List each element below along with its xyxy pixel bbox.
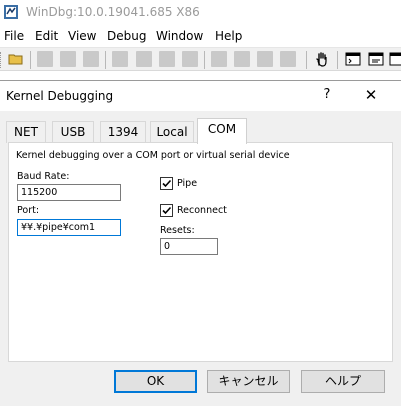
baud-rate-field[interactable]: 115200: [17, 184, 121, 201]
toolbar-grip[interactable]: [0, 52, 3, 68]
baud-rate-label: Baud Rate:: [17, 171, 70, 182]
source-mode-icon: [112, 51, 128, 67]
app-title: WinDbg:10.0.19041.685 X86: [26, 5, 200, 19]
port-label: Port:: [17, 205, 40, 216]
port-field[interactable]: ¥¥.¥pipe¥com1: [17, 219, 121, 236]
reconnect-label: Reconnect: [177, 205, 227, 216]
tab-net[interactable]: NET: [6, 121, 46, 143]
menu-view[interactable]: View: [68, 29, 96, 43]
toolbar: [0, 47, 401, 71]
toolbar-disabled-icon: [280, 51, 296, 67]
ok-button[interactable]: OK: [114, 370, 197, 393]
dialog-titlebar: Kernel Debugging ? ✕: [0, 81, 401, 111]
tab-local[interactable]: Local: [150, 121, 194, 143]
tab-1394[interactable]: 1394: [100, 121, 146, 143]
tab-com[interactable]: COM: [197, 118, 247, 144]
locals-icon[interactable]: [389, 51, 401, 67]
resets-field[interactable]: 0: [160, 238, 218, 255]
step-over-icon: [182, 51, 198, 67]
kernel-debugging-dialog: Kernel Debugging ? ✕ NET USB 1394 Local …: [0, 80, 401, 406]
hand-icon[interactable]: [314, 51, 330, 67]
help-button[interactable]: ?: [318, 87, 336, 105]
step-into-icon: [159, 51, 175, 67]
com-description: Kernel debugging over a COM port or virt…: [16, 150, 290, 161]
breakpoint-icon: [257, 51, 273, 67]
copy-icon: [60, 51, 76, 67]
open-folder-icon[interactable]: [8, 51, 24, 67]
close-button[interactable]: ✕: [361, 86, 381, 106]
menu-edit[interactable]: Edit: [35, 29, 58, 43]
run-to-cursor-icon: [234, 51, 250, 67]
step-out-icon: [211, 51, 227, 67]
resets-label: Resets:: [160, 225, 195, 236]
menu-debug[interactable]: Debug: [107, 29, 146, 43]
app-titlebar: WinDbg:10.0.19041.685 X86: [0, 0, 401, 26]
cancel-button[interactable]: キャンセル: [207, 370, 290, 393]
watch-window-icon[interactable]: [368, 51, 384, 67]
com-tab-panel: Kernel debugging over a COM port or virt…: [8, 142, 393, 362]
command-window-icon[interactable]: [345, 51, 361, 67]
menu-window[interactable]: Window: [156, 29, 203, 43]
help-dialog-button[interactable]: ヘルプ: [301, 370, 385, 393]
go-icon: [136, 51, 152, 67]
windbg-app-icon: [4, 5, 18, 19]
dialog-title: Kernel Debugging: [6, 89, 114, 103]
tab-usb[interactable]: USB: [52, 121, 94, 143]
paste-icon: [83, 51, 99, 67]
menubar: File Edit View Debug Window Help: [0, 26, 401, 46]
reconnect-checkbox[interactable]: [160, 204, 173, 217]
pipe-label: Pipe: [177, 178, 198, 189]
menu-file[interactable]: File: [4, 29, 24, 43]
menu-help[interactable]: Help: [215, 29, 242, 43]
cut-icon: [37, 51, 53, 67]
pipe-checkbox[interactable]: [160, 177, 173, 190]
